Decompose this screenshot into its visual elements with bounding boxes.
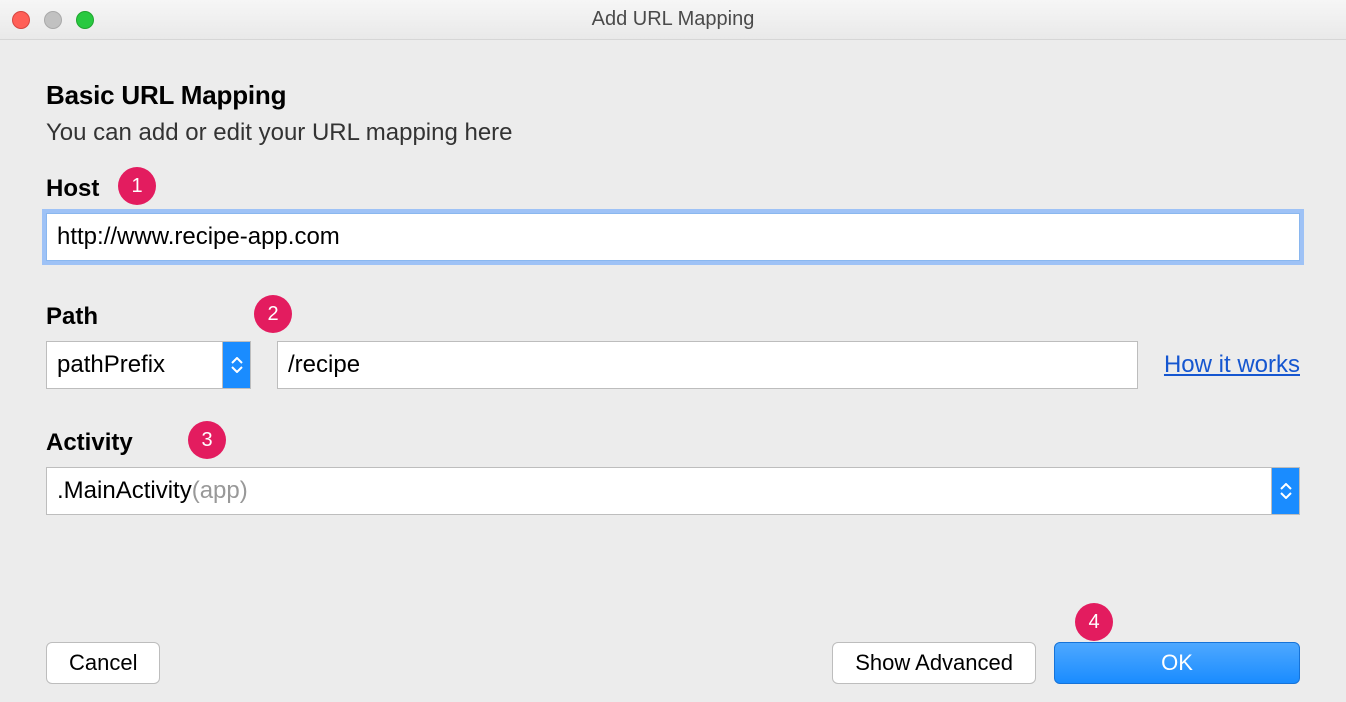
- zoom-window-button[interactable]: [76, 11, 94, 29]
- titlebar: Add URL Mapping: [0, 0, 1346, 40]
- updown-chevron-icon: [1271, 468, 1299, 514]
- path-input[interactable]: [277, 341, 1138, 389]
- activity-label: Activity: [46, 429, 1300, 457]
- window-title: Add URL Mapping: [0, 8, 1346, 31]
- callout-1: 1: [118, 167, 156, 205]
- how-it-works-link[interactable]: How it works: [1164, 351, 1300, 379]
- close-window-button[interactable]: [12, 11, 30, 29]
- path-type-value: pathPrefix: [57, 351, 165, 379]
- show-advanced-button[interactable]: Show Advanced: [832, 642, 1036, 684]
- section-heading: Basic URL Mapping: [46, 80, 1300, 111]
- minimize-window-button[interactable]: [44, 11, 62, 29]
- window-controls: [12, 11, 94, 29]
- dialog-footer: Cancel Show Advanced OK 4: [0, 642, 1346, 684]
- ok-button[interactable]: OK 4: [1054, 642, 1300, 684]
- host-label: Host: [46, 175, 1300, 203]
- activity-select[interactable]: .MainActivity (app): [46, 467, 1300, 515]
- callout-3: 3: [188, 421, 226, 459]
- dialog-content: Basic URL Mapping You can add or edit yo…: [0, 40, 1346, 515]
- path-type-select[interactable]: pathPrefix: [46, 341, 251, 389]
- section-subheading: You can add or edit your URL mapping her…: [46, 119, 1300, 147]
- cancel-button[interactable]: Cancel: [46, 642, 160, 684]
- callout-2: 2: [254, 295, 292, 333]
- activity-value-suffix: (app): [192, 477, 248, 505]
- updown-chevron-icon: [222, 342, 250, 388]
- ok-button-label: OK: [1161, 650, 1193, 675]
- host-input[interactable]: [46, 213, 1300, 261]
- callout-4: 4: [1075, 603, 1113, 641]
- path-label: Path: [46, 303, 1300, 331]
- activity-value-main: .MainActivity: [57, 477, 192, 505]
